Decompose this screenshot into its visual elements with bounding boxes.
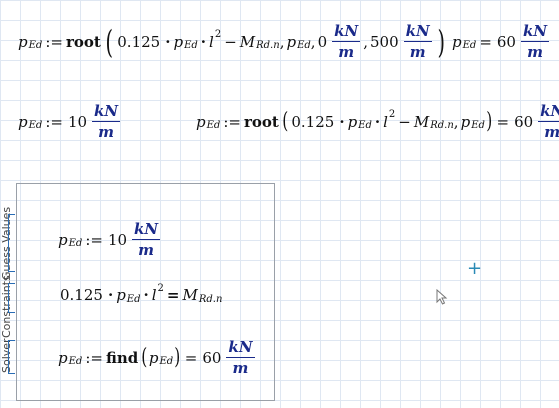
var-p: p [18,32,28,51]
arrow-cursor-icon [436,289,448,305]
unit-fraction: kNm [132,220,161,259]
function-find: find [105,348,139,367]
guess-definition[interactable]: p Ed := 10 kN m [18,102,123,141]
root-interval-expression[interactable]: p Ed := root ( 0.125 · p Ed · l2 − M Rd.n, … [18,22,447,61]
function-root: root [65,32,101,51]
unit-fraction: kNm [403,22,432,61]
root-interval-result[interactable]: p Ed = 60 kN m [452,22,552,61]
unit-fraction: kNm [520,22,550,61]
solve-guess-definition[interactable]: p Ed := 10 kN m [58,220,163,259]
unit-fraction: kNm [226,338,255,377]
unit-fraction: kNm [332,22,361,61]
solver-bracket [8,340,15,374]
solve-constraint[interactable]: 0.125 · p Ed · l2 = M Rd.n [58,283,222,305]
unit-fraction: kNm [92,102,121,141]
crosshair-icon[interactable]: + [467,258,482,279]
guess-values-bracket [8,214,15,272]
function-root: root [243,112,279,131]
constraints-bracket [8,283,15,313]
root-guess-expression[interactable]: p Ed := root ( 0.125 · p Ed · l2 − M Rd.n, … [196,102,559,141]
solve-find-expression[interactable]: p Ed := find ( p Ed ) = 60 kN m [58,338,258,377]
unit-fraction: kNm [538,102,559,141]
